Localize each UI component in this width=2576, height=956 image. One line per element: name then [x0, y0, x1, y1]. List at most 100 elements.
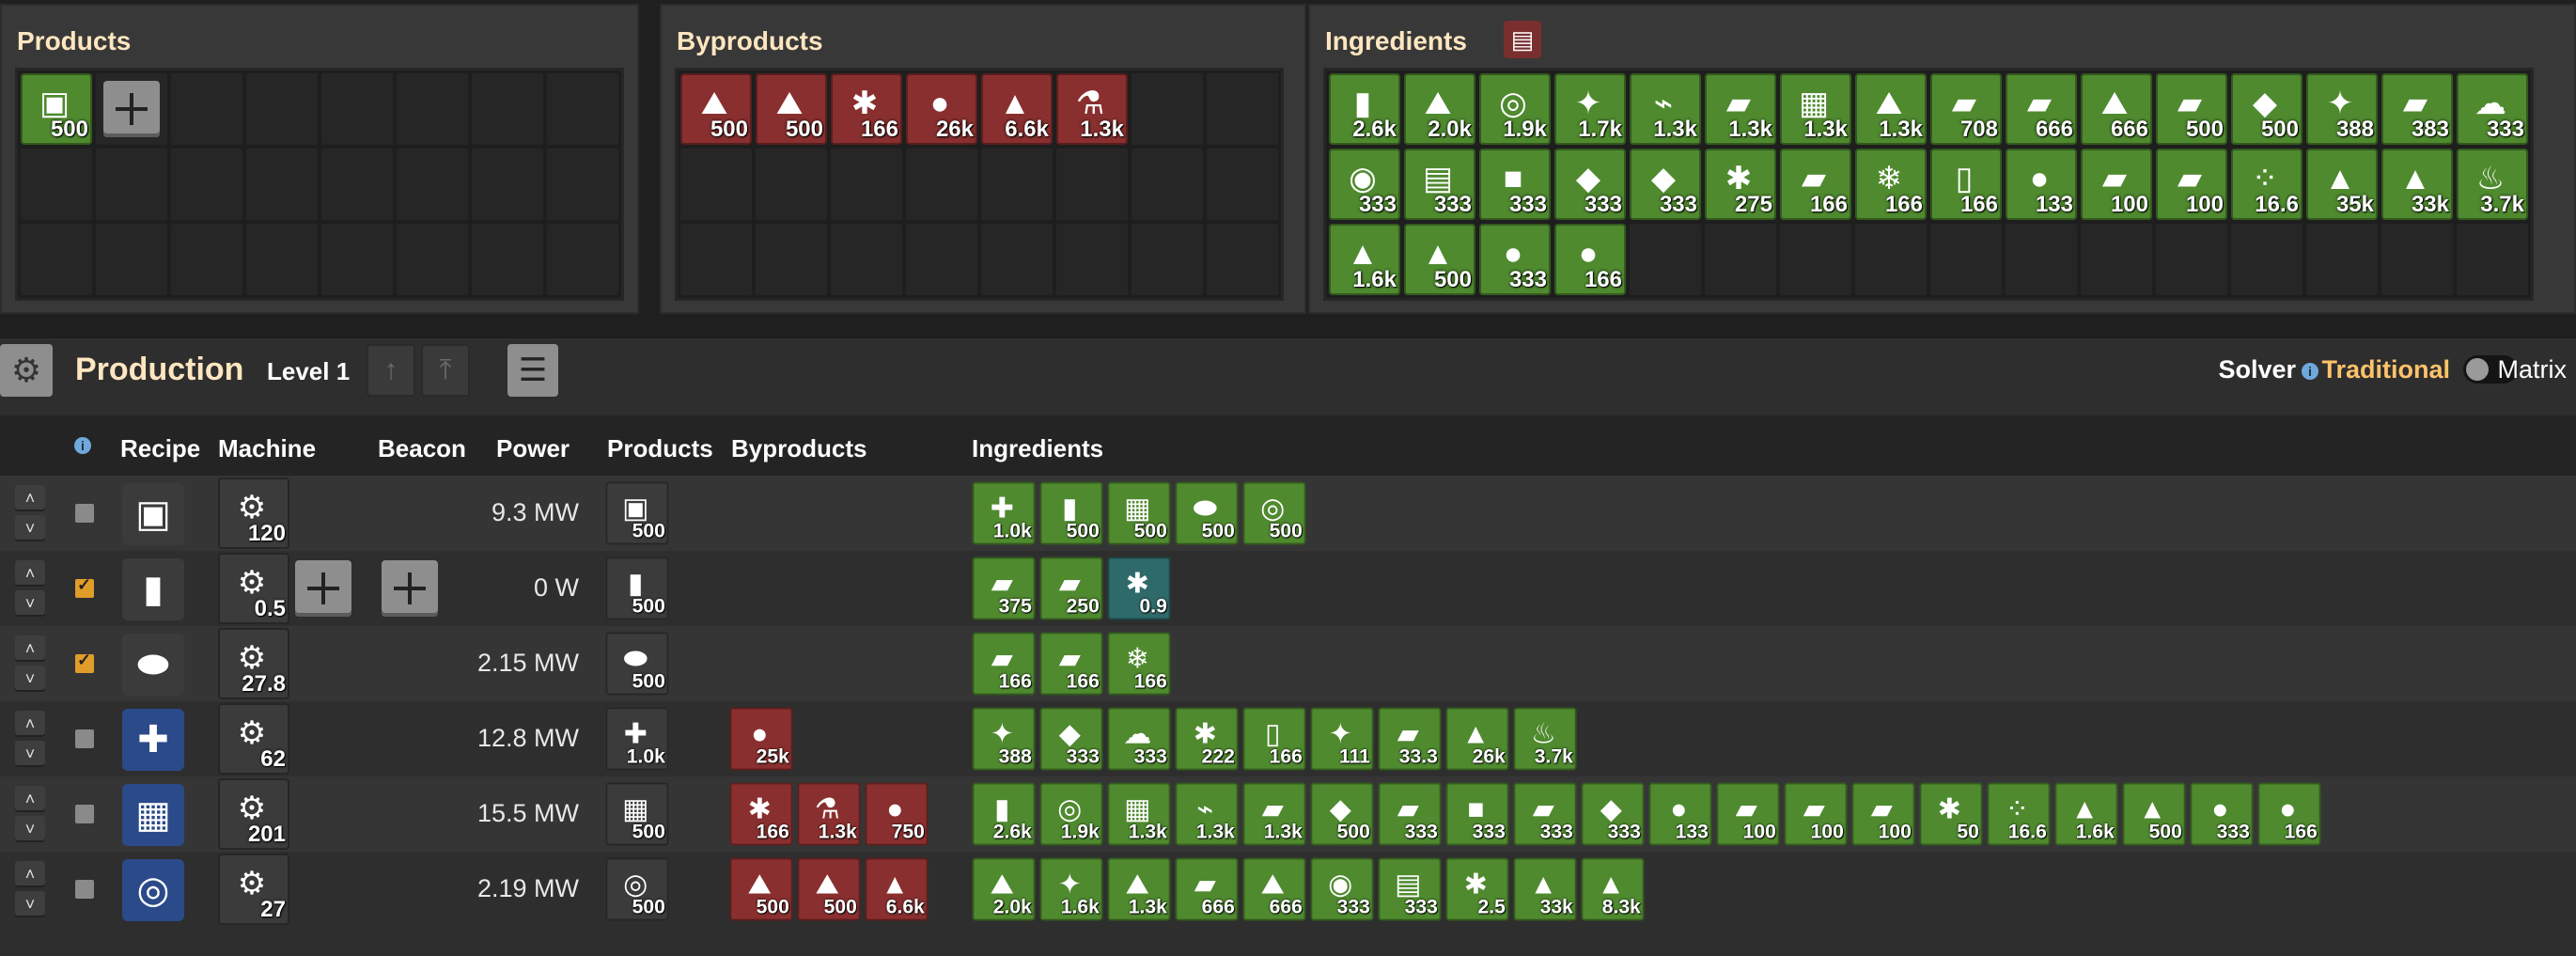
byproduct-slot[interactable]: ⛰ 500: [729, 857, 793, 921]
item-slot[interactable]: ▲ 33k: [2381, 149, 2453, 220]
settings-gear-icon[interactable]: ⚙: [0, 344, 53, 397]
empty-slot[interactable]: [2381, 224, 2453, 295]
item-slot[interactable]: ▰ 708: [1930, 73, 2002, 145]
byproduct-slot[interactable]: ⚗ 1.3k: [797, 782, 861, 846]
item-slot[interactable]: ▰ 383: [2381, 73, 2453, 145]
product-slot[interactable]: ▦ 500: [605, 782, 669, 846]
item-slot[interactable]: ⛰ 500: [680, 73, 752, 145]
empty-slot[interactable]: [1930, 224, 2002, 295]
product-slot[interactable]: ◎ 500: [605, 857, 669, 921]
ingredient-slot[interactable]: ✦ 388: [972, 707, 1036, 771]
move-up-button[interactable]: ˄: [15, 635, 45, 662]
empty-slot[interactable]: [1056, 149, 1128, 220]
item-slot[interactable]: ◆ 500: [2231, 73, 2303, 145]
empty-slot[interactable]: [321, 73, 393, 145]
ingredient-slot[interactable]: ♨ 3.7k: [1513, 707, 1577, 771]
machine-slot[interactable]: ⚙ 0.5: [218, 553, 289, 624]
empty-slot[interactable]: [547, 73, 618, 145]
ingredient-slot[interactable]: ⌁ 1.3k: [1175, 782, 1239, 846]
item-slot[interactable]: ▣ 500: [21, 73, 92, 145]
machine-slot[interactable]: ⚙ 27.8: [218, 628, 289, 699]
byproduct-slot[interactable]: ● 750: [865, 782, 929, 846]
move-up-button[interactable]: ˄: [15, 786, 45, 812]
item-slot[interactable]: ⛰ 500: [756, 73, 827, 145]
byproduct-slot[interactable]: ▲ 6.6k: [865, 857, 929, 921]
item-slot[interactable]: ♨ 3.7k: [2457, 149, 2528, 220]
row-checkbox[interactable]: [75, 650, 94, 673]
ingredient-slot[interactable]: ⁘ 16.6: [1987, 782, 2051, 846]
empty-slot[interactable]: [171, 149, 242, 220]
ingredients-export-icon[interactable]: ▤: [1504, 21, 1541, 58]
empty-slot[interactable]: [21, 149, 92, 220]
empty-slot[interactable]: [2231, 224, 2303, 295]
ingredient-slot[interactable]: ◎ 1.9k: [1039, 782, 1103, 846]
empty-slot[interactable]: [831, 149, 902, 220]
empty-slot[interactable]: [756, 224, 827, 295]
empty-slot[interactable]: [1207, 224, 1278, 295]
product-slot[interactable]: ▮ 500: [605, 556, 669, 620]
ingredient-slot[interactable]: ▲ 500: [2122, 782, 2186, 846]
move-up-button[interactable]: ˄: [15, 711, 45, 737]
ingredient-slot[interactable]: ● 166: [2257, 782, 2321, 846]
item-slot[interactable]: ● 333: [1479, 224, 1551, 295]
byproduct-slot[interactable]: ⛰ 500: [797, 857, 861, 921]
item-slot[interactable]: ✱ 275: [1705, 149, 1776, 220]
item-slot[interactable]: ⛰ 666: [2081, 73, 2152, 145]
add-product-button[interactable]: [103, 81, 160, 137]
ingredient-slot[interactable]: ◆ 500: [1310, 782, 1374, 846]
ingredient-slot[interactable]: ✱ 50: [1919, 782, 1983, 846]
empty-slot[interactable]: [472, 224, 543, 295]
add-beacon-button[interactable]: [382, 560, 438, 617]
ingredient-slot[interactable]: ✱ 2.5: [1445, 857, 1509, 921]
item-slot[interactable]: ▰ 100: [2156, 149, 2227, 220]
move-up-button[interactable]: ˄: [15, 560, 45, 587]
empty-slot[interactable]: [246, 73, 318, 145]
move-down-button[interactable]: ˅: [15, 515, 45, 541]
item-slot[interactable]: ◆ 333: [1630, 149, 1701, 220]
ingredient-slot[interactable]: ◎ 500: [1242, 481, 1306, 545]
empty-slot[interactable]: [831, 224, 902, 295]
ingredient-slot[interactable]: ▰ 166: [1039, 632, 1103, 696]
row-checkbox[interactable]: [75, 504, 94, 523]
empty-slot[interactable]: [906, 224, 977, 295]
move-down-button[interactable]: ˅: [15, 891, 45, 917]
item-slot[interactable]: ⚗ 1.3k: [1056, 73, 1128, 145]
solver-traditional-option[interactable]: Traditional: [2321, 355, 2450, 384]
ingredient-slot[interactable]: ▮ 500: [1039, 481, 1103, 545]
solver-info-icon[interactable]: i: [2302, 362, 2318, 380]
ingredient-slot[interactable]: ▦ 1.3k: [1107, 782, 1171, 846]
ingredient-slot[interactable]: ✚ 1.0k: [972, 481, 1036, 545]
ingredient-slot[interactable]: ✱ 0.9: [1107, 556, 1171, 620]
ingredient-slot[interactable]: ✱ 222: [1175, 707, 1239, 771]
item-slot[interactable]: ✦ 388: [2306, 73, 2378, 145]
solver-matrix-option[interactable]: Matrix: [2498, 355, 2568, 384]
empty-slot[interactable]: [472, 149, 543, 220]
move-down-button[interactable]: ˅: [15, 666, 45, 692]
empty-slot[interactable]: [1207, 73, 1278, 145]
ingredient-slot[interactable]: ■ 333: [1445, 782, 1509, 846]
item-slot[interactable]: ▲ 35k: [2306, 149, 2378, 220]
ingredient-slot[interactable]: ✦ 1.6k: [1039, 857, 1103, 921]
empty-slot[interactable]: [96, 224, 167, 295]
empty-slot[interactable]: [756, 149, 827, 220]
ingredient-slot[interactable]: ▰ 333: [1513, 782, 1577, 846]
item-slot[interactable]: ▮ 2.6k: [1329, 73, 1400, 145]
recipe-canister-icon[interactable]: ▮: [122, 558, 184, 620]
item-slot[interactable]: ❄ 166: [1855, 149, 1927, 220]
empty-slot[interactable]: [96, 149, 167, 220]
level-top-button[interactable]: ⤒: [421, 344, 470, 397]
ingredient-slot[interactable]: ⬬ 500: [1175, 481, 1239, 545]
product-slot[interactable]: ⬬ 500: [605, 632, 669, 696]
item-slot[interactable]: ⛰ 2.0k: [1404, 73, 1475, 145]
empty-slot[interactable]: [1132, 224, 1203, 295]
item-slot[interactable]: ▰ 166: [1780, 149, 1851, 220]
empty-slot[interactable]: [1207, 149, 1278, 220]
ingredient-slot[interactable]: ⛰ 2.0k: [972, 857, 1036, 921]
empty-slot[interactable]: [2457, 224, 2528, 295]
empty-slot[interactable]: [171, 224, 242, 295]
empty-slot[interactable]: [981, 149, 1053, 220]
item-slot[interactable]: ⛰ 1.3k: [1855, 73, 1927, 145]
item-slot[interactable]: ✦ 1.7k: [1554, 73, 1626, 145]
empty-slot[interactable]: [2006, 224, 2077, 295]
empty-slot[interactable]: [397, 149, 468, 220]
